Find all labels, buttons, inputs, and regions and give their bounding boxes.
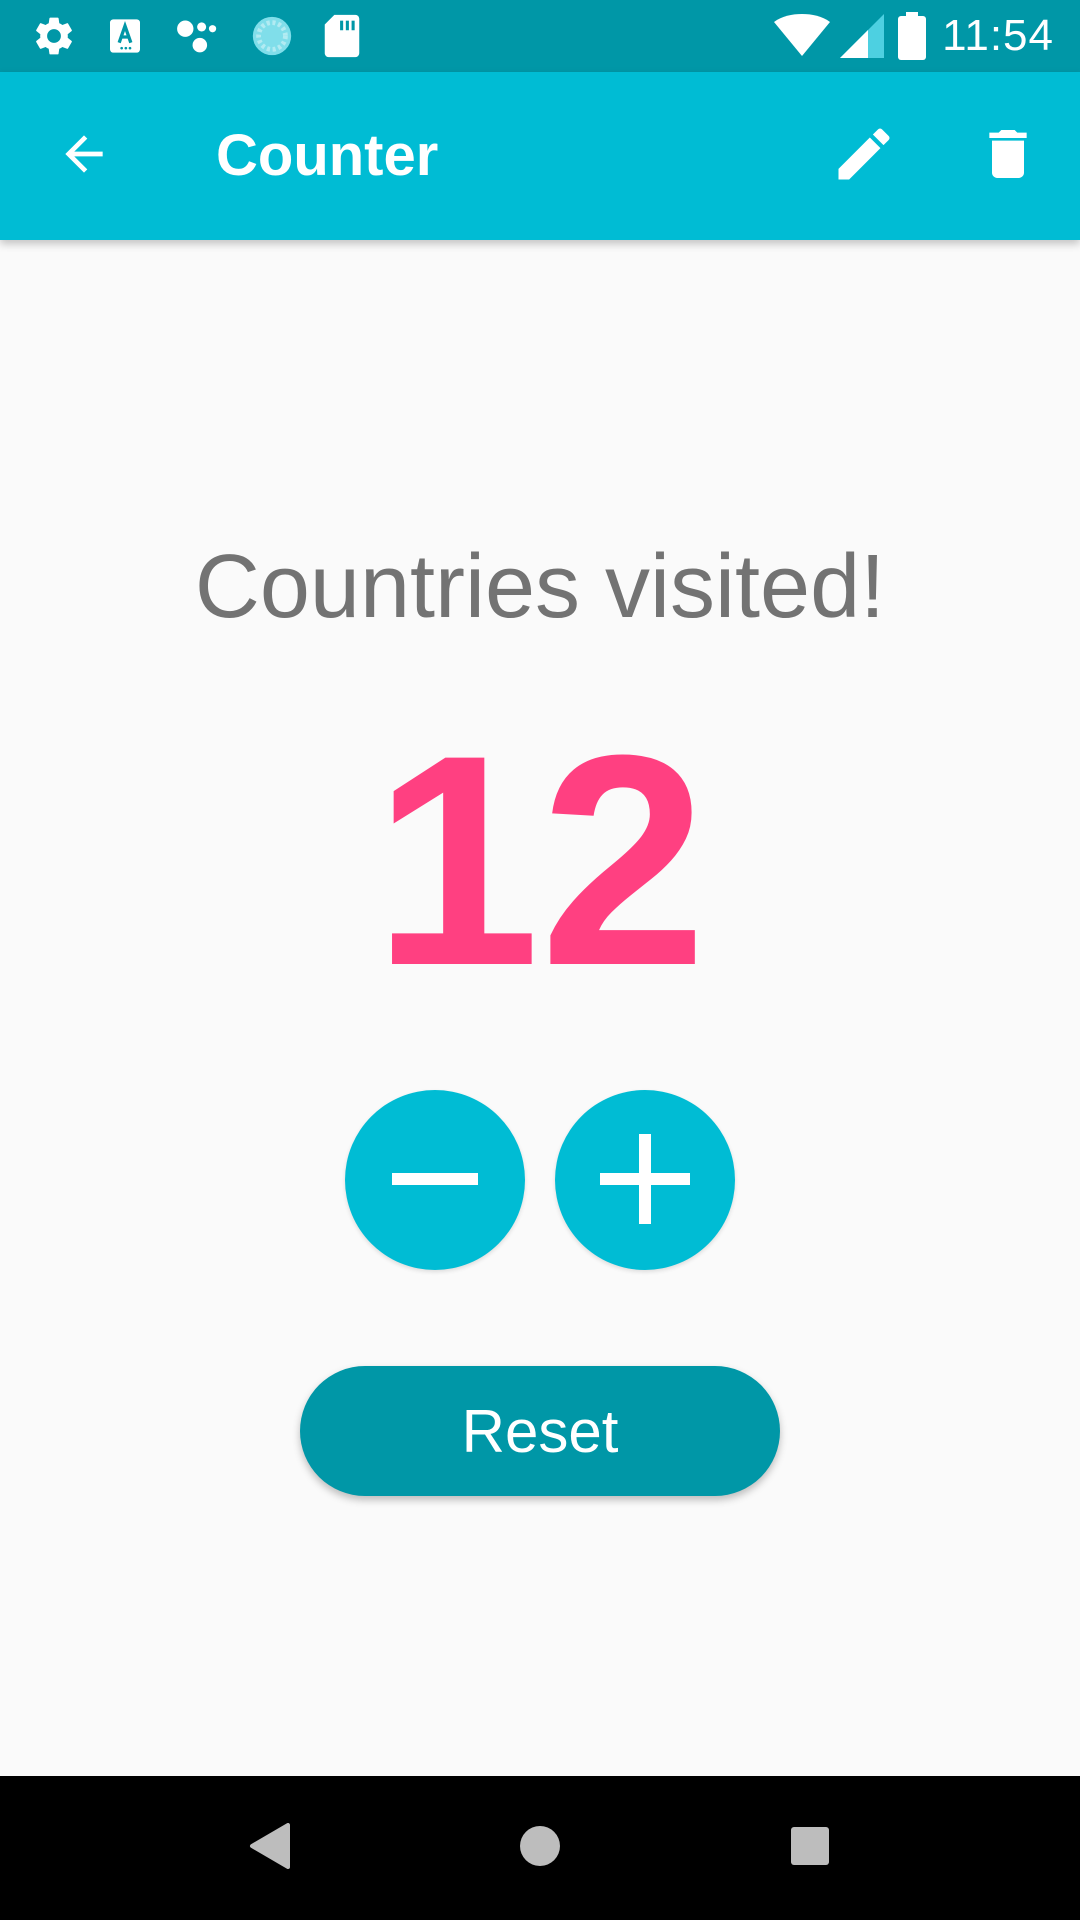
back-button[interactable] [24, 72, 144, 240]
app-bar: Counter [0, 72, 1080, 240]
wifi-icon [770, 0, 834, 72]
keyboard-a-icon [100, 0, 150, 72]
counter-label: Countries visited! [194, 537, 886, 637]
battery-icon [896, 0, 928, 72]
decrement-button[interactable] [345, 1090, 525, 1270]
nav-back-button[interactable] [200, 1776, 340, 1920]
sync-spinner-icon [244, 0, 300, 72]
reset-button[interactable]: Reset [300, 1366, 780, 1496]
delete-trash-icon [976, 122, 1040, 191]
counter-value: 12 [373, 692, 707, 1028]
page-title: Counter [216, 123, 439, 188]
nav-recents-icon [791, 1826, 829, 1870]
delete-button[interactable] [948, 72, 1068, 240]
status-bar: 11:54 [0, 0, 1080, 72]
nav-back-icon [248, 1822, 292, 1874]
assistant-dots-icon [170, 0, 226, 72]
nav-recents-button[interactable] [740, 1776, 880, 1920]
sd-card-icon [316, 0, 368, 72]
edit-pencil-icon [830, 120, 898, 193]
plus-icon [600, 1133, 690, 1227]
edit-button[interactable] [804, 72, 924, 240]
back-arrow-icon [56, 126, 112, 187]
navigation-bar [0, 1776, 1080, 1920]
counter-screen: Countries visited! 12 Reset [0, 240, 1080, 1776]
cell-signal-icon [834, 0, 890, 72]
increment-button[interactable] [555, 1090, 735, 1270]
nav-home-button[interactable] [470, 1776, 610, 1920]
minus-icon [390, 1134, 480, 1227]
gear-icon [26, 0, 82, 72]
status-time: 11:54 [942, 11, 1054, 60]
nav-home-icon [519, 1825, 561, 1872]
